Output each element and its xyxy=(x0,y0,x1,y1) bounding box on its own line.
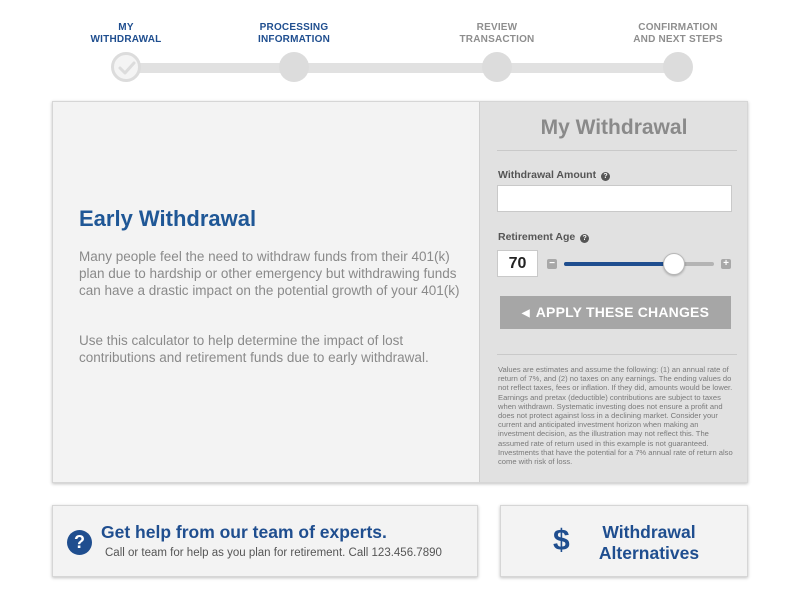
calculator-title: My Withdrawal xyxy=(540,116,688,139)
left-arrow-icon: ◀ xyxy=(521,308,530,319)
stepper-track xyxy=(126,63,678,73)
step-label: CONFIRMATION AND NEXT STEPS xyxy=(633,22,723,45)
calculator-pane: My Withdrawal Withdrawal Amount ? Retire… xyxy=(479,102,747,482)
step-dot[interactable] xyxy=(663,52,693,82)
retirement-age-slider-track[interactable] xyxy=(564,262,714,266)
help-card[interactable]: ? Get help from our team of experts. Cal… xyxy=(52,505,478,577)
increase-age-button[interactable]: + xyxy=(721,259,731,269)
disclaimer-text: Values are estimates and assume the foll… xyxy=(498,365,733,467)
dollar-icon: $ xyxy=(553,524,570,557)
decrease-age-button[interactable]: − xyxy=(547,259,557,269)
step-confirmation[interactable]: CONFIRMATION AND NEXT STEPS xyxy=(603,22,753,48)
step-processing-information[interactable]: PROCESSING INFORMATION xyxy=(219,22,369,48)
step-my-withdrawal[interactable]: MY WITHDRAWAL xyxy=(51,22,201,48)
slider-fill xyxy=(564,262,674,266)
retirement-age-label-text: Retirement Age xyxy=(498,231,576,243)
retirement-age-slider-thumb[interactable] xyxy=(662,253,685,275)
intro-paragraph: Use this calculator to help determine th… xyxy=(79,333,429,365)
step-label: PROCESSING INFORMATION xyxy=(257,22,330,45)
step-review-transaction[interactable]: REVIEW TRANSACTION xyxy=(422,22,572,48)
withdrawal-amount-label: Withdrawal Amount ? xyxy=(498,169,611,181)
retirement-age-value[interactable]: 70 xyxy=(497,250,538,277)
withdrawal-alternatives-card[interactable]: $ Withdrawal Alternatives xyxy=(500,505,748,577)
help-card-title: Get help from our team of experts. xyxy=(101,522,387,542)
step-completed-dot[interactable] xyxy=(111,52,141,82)
checkmark-icon xyxy=(118,61,136,75)
intro-title: Early Withdrawal xyxy=(79,206,257,231)
withdrawal-alternatives-title: Withdrawal Alternatives xyxy=(598,522,700,563)
main-panel: Early Withdrawal Many people feel the ne… xyxy=(52,101,748,483)
divider xyxy=(497,354,737,355)
question-circle-icon: ? xyxy=(67,530,92,555)
intro-pane: Early Withdrawal Many people feel the ne… xyxy=(53,102,479,482)
help-card-subtitle: Call or team for help as you plan for re… xyxy=(105,547,442,559)
withdrawal-amount-input[interactable] xyxy=(497,185,732,212)
divider xyxy=(497,150,737,151)
withdrawal-amount-label-text: Withdrawal Amount xyxy=(498,169,597,181)
step-dot[interactable] xyxy=(279,52,309,82)
help-icon[interactable]: ? xyxy=(580,234,590,243)
apply-changes-label: APPLY THESE CHANGES xyxy=(535,304,710,320)
step-dot[interactable] xyxy=(482,52,512,82)
step-label: REVIEW TRANSACTION xyxy=(459,22,535,45)
help-icon[interactable]: ? xyxy=(601,172,611,181)
intro-paragraph: Many people feel the need to withdraw fu… xyxy=(79,249,460,298)
progress-stepper: MY WITHDRAWAL PROCESSING INFORMATION REV… xyxy=(0,0,800,90)
apply-changes-button[interactable]: ◀ APPLY THESE CHANGES xyxy=(500,296,731,329)
step-label: MY WITHDRAWAL xyxy=(90,22,162,45)
retirement-age-label: Retirement Age ? xyxy=(498,231,590,243)
